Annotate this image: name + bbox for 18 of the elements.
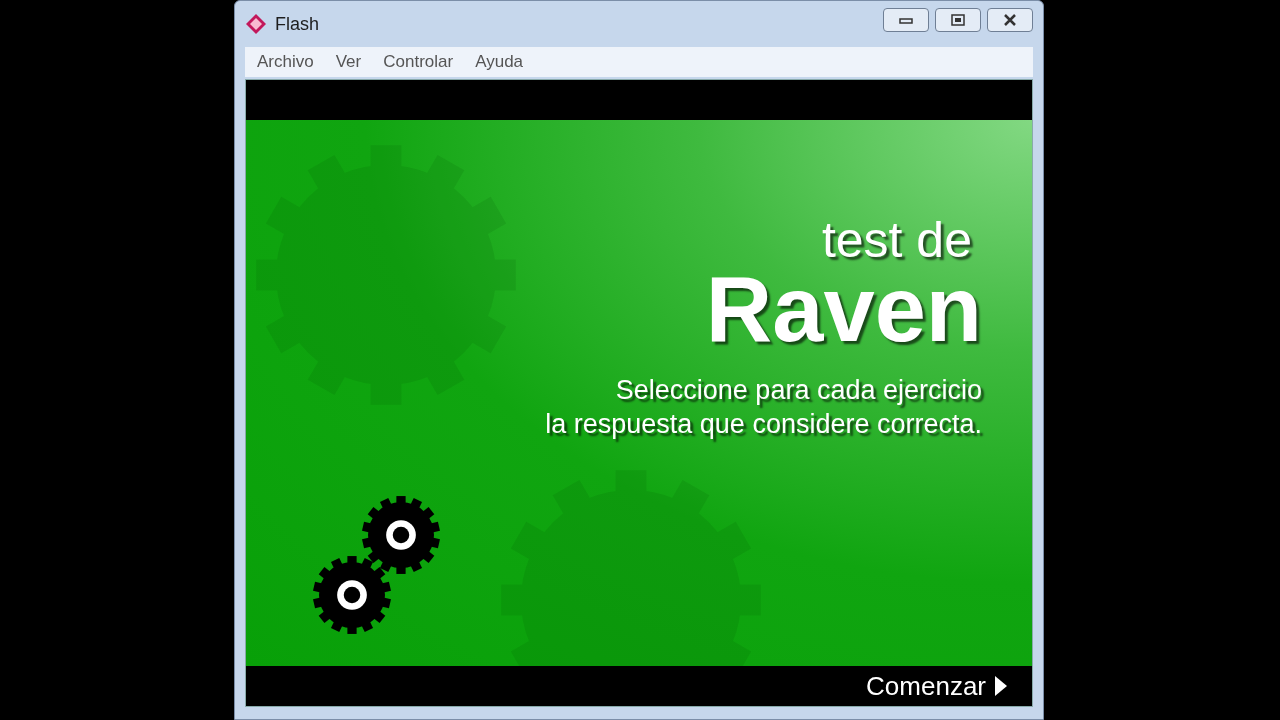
menu-item[interactable]: Ver <box>335 49 362 75</box>
close-icon <box>1003 14 1017 26</box>
minimize-button[interactable] <box>883 8 929 32</box>
play-icon <box>994 675 1008 697</box>
menu-item[interactable]: Ayuda <box>475 49 524 75</box>
instruction-line: la respuesta que considere correcta. <box>545 408 982 441</box>
close-button[interactable] <box>987 8 1033 32</box>
maximize-icon <box>951 14 965 26</box>
instruction-line: Seleccione para cada ejercicio <box>615 374 982 407</box>
menu-item[interactable]: Archivo <box>257 49 314 75</box>
heading-large: Raven <box>705 265 982 353</box>
minimize-icon <box>899 16 913 24</box>
start-button[interactable]: Comenzar <box>866 666 1008 706</box>
window-title: Flash <box>275 12 319 36</box>
heading-small: test de <box>821 215 972 265</box>
menu-item[interactable]: Controlar <box>383 49 454 75</box>
app-icon <box>245 13 267 35</box>
maximize-button[interactable] <box>935 8 981 32</box>
